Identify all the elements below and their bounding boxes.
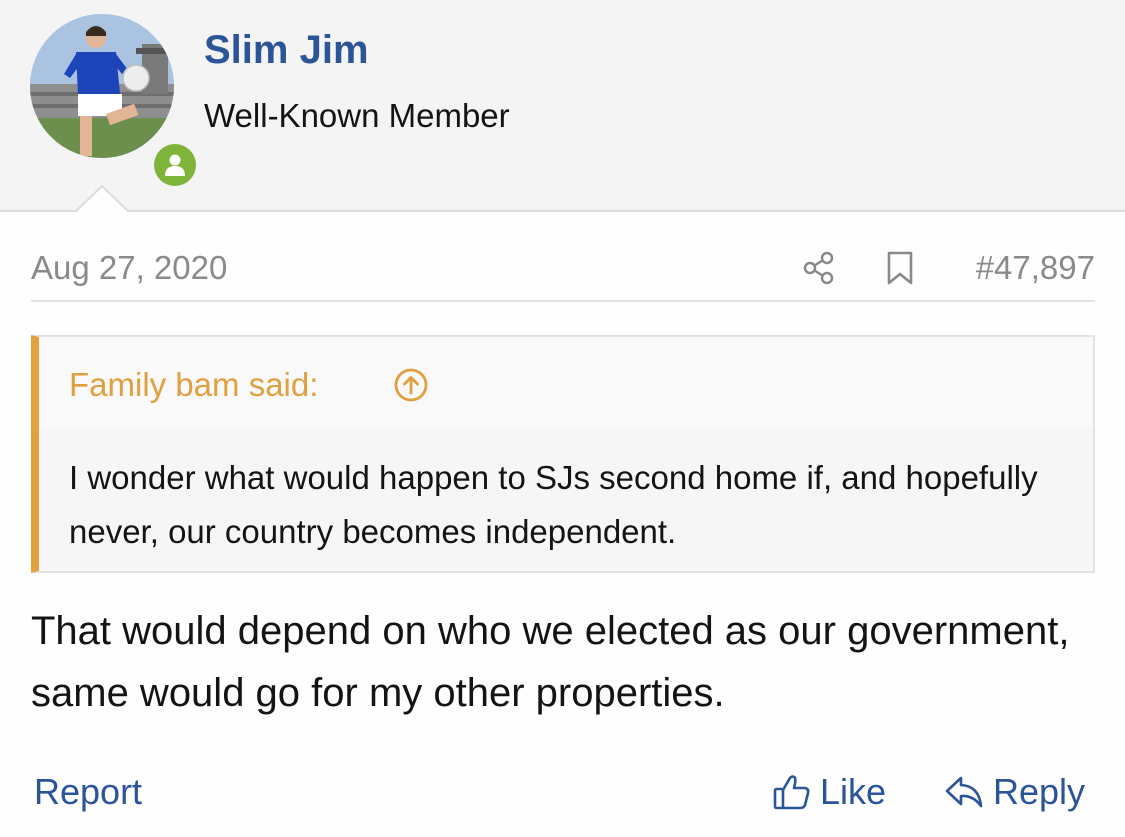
post-date-link[interactable]: Aug 27, 2020 [31, 248, 227, 288]
like-button[interactable]: Like [772, 770, 886, 814]
share-icon[interactable] [801, 250, 837, 286]
user-avatar-photo [30, 14, 174, 158]
reply-label: Reply [993, 771, 1086, 812]
quote-header: Family bam said: [39, 337, 1093, 429]
quote-text: I wonder what would happen to SJs second… [69, 459, 1038, 550]
quote-block: Family bam said: I wonder what would hap… [31, 335, 1095, 573]
message-user-header: Slim Jim Well-Known Member [0, 0, 1125, 214]
online-status-badge [150, 140, 200, 190]
bookmark-icon[interactable] [885, 250, 915, 286]
user-avatar-container[interactable] [30, 14, 200, 190]
online-user-icon [154, 144, 196, 186]
reply-arrow-icon [945, 776, 983, 808]
thumbs-up-icon [773, 775, 810, 810]
post-number-link[interactable]: #47,897 [976, 248, 1095, 288]
username-link[interactable]: Slim Jim [204, 26, 369, 74]
report-link[interactable]: Report [34, 770, 142, 814]
reply-button[interactable]: Reply [943, 770, 1085, 814]
arrow-up-circle-icon[interactable] [393, 367, 429, 403]
post-meta-row: Aug 27, 2020 #47,897 [31, 240, 1095, 302]
quote-author-link[interactable]: Family bam said: [69, 365, 318, 405]
user-title: Well-Known Member [204, 97, 510, 134]
header-pointer-arrow [74, 184, 130, 214]
like-label: Like [820, 771, 887, 812]
message-text: That would depend on who we elected as o… [31, 609, 1070, 715]
avatar[interactable] [30, 14, 174, 158]
